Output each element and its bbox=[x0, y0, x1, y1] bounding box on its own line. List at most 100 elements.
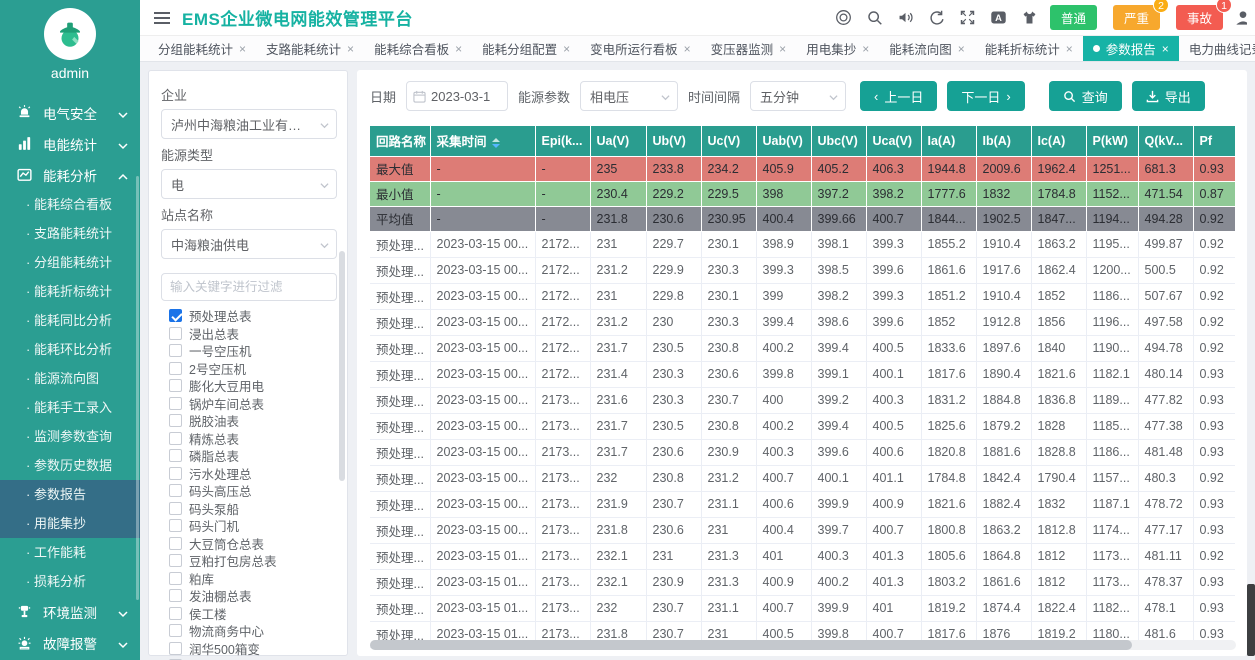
keyword-filter-input[interactable] bbox=[161, 273, 337, 301]
checkbox[interactable] bbox=[169, 502, 182, 515]
sidebar-sub-item[interactable]: 能耗同比分析 bbox=[0, 306, 140, 335]
table-row[interactable]: 预处理...2023-03-15 00...2172...231229.7230… bbox=[370, 231, 1235, 257]
station-select[interactable]: 中海粮油供电 bbox=[161, 229, 337, 259]
sidebar-sub-item[interactable]: 支路能耗统计 bbox=[0, 219, 140, 248]
column-header[interactable]: 采集时间 bbox=[430, 126, 535, 156]
alarm-level-badge[interactable]: 事故1 bbox=[1176, 5, 1223, 30]
table-row[interactable]: 预处理...2023-03-15 00...2173...232230.8231… bbox=[370, 465, 1235, 491]
enterprise-select[interactable]: 泸州中海粮油工业有限公司 bbox=[161, 109, 337, 139]
table-row[interactable]: 预处理...2023-03-15 00...2173...231.7230.52… bbox=[370, 413, 1235, 439]
tab[interactable]: 电力曲线记录× bbox=[1179, 36, 1255, 62]
checkbox[interactable] bbox=[169, 432, 182, 445]
checkbox[interactable] bbox=[169, 327, 182, 340]
contrast-icon[interactable] bbox=[835, 9, 852, 26]
checkbox[interactable] bbox=[169, 449, 182, 462]
close-icon[interactable]: × bbox=[1066, 42, 1073, 56]
sidebar-sub-item[interactable]: 参数报告 bbox=[0, 480, 140, 509]
tab[interactable]: 能耗分组配置× bbox=[472, 36, 580, 62]
tree-node[interactable]: 豆粕打包房总表 bbox=[161, 552, 337, 570]
tab[interactable]: 参数报告× bbox=[1083, 36, 1179, 62]
prev-day-button[interactable]: ‹ 上一日 bbox=[860, 81, 937, 111]
table-row[interactable]: 预处理...2023-03-15 01...2173...232230.7231… bbox=[370, 595, 1235, 621]
checkbox[interactable] bbox=[169, 642, 182, 655]
sidebar-sub-item[interactable]: 分组能耗统计 bbox=[0, 248, 140, 277]
tree-node[interactable]: 脱胶油表 bbox=[161, 412, 337, 430]
close-icon[interactable]: × bbox=[455, 42, 462, 56]
checkbox[interactable] bbox=[169, 414, 182, 427]
close-icon[interactable]: × bbox=[684, 42, 691, 56]
horizontal-scrollbar[interactable] bbox=[370, 640, 1236, 650]
close-icon[interactable]: × bbox=[958, 42, 965, 56]
table-row[interactable]: 预处理...2023-03-15 00...2172...231.7230.52… bbox=[370, 335, 1235, 361]
tree-node[interactable]: 发油棚总表 bbox=[161, 587, 337, 605]
tree-node[interactable]: 侯工楼 bbox=[161, 605, 337, 623]
tree-node[interactable]: 润华500箱变 bbox=[161, 640, 337, 658]
alarm-level-badge[interactable]: 严重2 bbox=[1113, 5, 1160, 30]
volume-icon[interactable] bbox=[897, 9, 914, 26]
avatar[interactable] bbox=[44, 8, 96, 60]
sidebar-scrollbar[interactable] bbox=[136, 176, 139, 600]
sidebar-group-item[interactable]: 电能统计 bbox=[0, 128, 140, 159]
export-button[interactable]: 导出 bbox=[1132, 81, 1205, 111]
checkbox[interactable] bbox=[169, 379, 182, 392]
tree-node[interactable]: 粕库 bbox=[161, 570, 337, 588]
energy-param-select[interactable]: 相电压 bbox=[580, 81, 678, 111]
table-row[interactable]: 预处理...2023-03-15 00...2173...231.7230.62… bbox=[370, 439, 1235, 465]
tree-node[interactable]: 浸出总表 bbox=[161, 325, 337, 343]
tab[interactable]: 变压器监测× bbox=[701, 36, 797, 62]
sidebar-sub-item[interactable]: 能耗综合看板 bbox=[0, 190, 140, 219]
tree-node[interactable]: 码头泵船 bbox=[161, 500, 337, 518]
checkbox[interactable] bbox=[169, 344, 182, 357]
tree-node[interactable]: 一号空压机 bbox=[161, 342, 337, 360]
energy-type-select[interactable]: 电 bbox=[161, 169, 337, 199]
tree-node[interactable]: 锅炉车间总表 bbox=[161, 395, 337, 413]
tab[interactable]: 用电集抄× bbox=[796, 36, 879, 62]
tree-node[interactable]: 膨化大豆用电 bbox=[161, 377, 337, 395]
sort-icon[interactable] bbox=[492, 138, 500, 148]
interval-select[interactable]: 五分钟 bbox=[750, 81, 846, 111]
close-icon[interactable]: × bbox=[779, 42, 786, 56]
checkbox[interactable] bbox=[169, 554, 182, 567]
checkbox[interactable] bbox=[169, 537, 182, 550]
sidebar-group-item[interactable]: 环境监测 bbox=[0, 596, 140, 627]
checkbox[interactable] bbox=[169, 467, 182, 480]
tree-node[interactable]: 精炼总表 bbox=[161, 430, 337, 448]
checkbox[interactable] bbox=[169, 397, 182, 410]
close-icon[interactable]: × bbox=[239, 42, 246, 56]
close-icon[interactable]: × bbox=[862, 42, 869, 56]
tab[interactable]: 能耗折标统计× bbox=[975, 36, 1083, 62]
checkbox[interactable] bbox=[169, 624, 182, 637]
fullscreen-icon[interactable] bbox=[959, 9, 976, 26]
sidebar-sub-item[interactable]: 参数历史数据 bbox=[0, 451, 140, 480]
checkbox[interactable] bbox=[169, 484, 182, 497]
search-icon[interactable] bbox=[866, 9, 883, 26]
table-row[interactable]: 预处理...2023-03-15 01...2173...232.1231231… bbox=[370, 543, 1235, 569]
tree-node[interactable]: 污水处理总 bbox=[161, 465, 337, 483]
refresh-icon[interactable] bbox=[928, 9, 945, 26]
checkbox[interactable] bbox=[169, 572, 182, 585]
sidebar-group-item[interactable]: 电气安全 bbox=[0, 97, 140, 128]
sidebar-sub-item[interactable]: 用能集抄 bbox=[0, 509, 140, 538]
close-icon[interactable]: × bbox=[1162, 42, 1169, 56]
close-icon[interactable]: × bbox=[563, 42, 570, 56]
tab[interactable]: 能耗流向图× bbox=[879, 36, 975, 62]
close-icon[interactable]: × bbox=[347, 42, 354, 56]
tree-node[interactable]: 码头门机 bbox=[161, 517, 337, 535]
sidebar-sub-item[interactable]: 工作能耗 bbox=[0, 538, 140, 567]
checkbox[interactable] bbox=[169, 607, 182, 620]
date-picker[interactable]: 2023-03-1 bbox=[406, 81, 508, 111]
tree-node[interactable]: 码头高压总 bbox=[161, 482, 337, 500]
query-button[interactable]: 查询 bbox=[1049, 81, 1122, 111]
tree-node[interactable]: 2号空压机 bbox=[161, 360, 337, 378]
sidebar-group-item[interactable]: 能耗分析 bbox=[0, 159, 140, 190]
tree-node[interactable]: 磷脂总表 bbox=[161, 447, 337, 465]
theme-icon[interactable] bbox=[1021, 9, 1038, 26]
sidebar-sub-item[interactable]: 能耗环比分析 bbox=[0, 335, 140, 364]
font-size-icon[interactable]: A bbox=[990, 9, 1007, 26]
sidebar-sub-item[interactable]: 能源流向图 bbox=[0, 364, 140, 393]
tab[interactable]: 变电所运行看板× bbox=[580, 36, 701, 62]
table-row[interactable]: 预处理...2023-03-15 00...2173...231.9230.72… bbox=[370, 491, 1235, 517]
table-row[interactable]: 预处理...2023-03-15 00...2172...231229.8230… bbox=[370, 283, 1235, 309]
tree-node[interactable]: 预处理总表 bbox=[161, 307, 337, 325]
table-row[interactable]: 预处理...2023-03-15 01...2173...232.1230.92… bbox=[370, 569, 1235, 595]
